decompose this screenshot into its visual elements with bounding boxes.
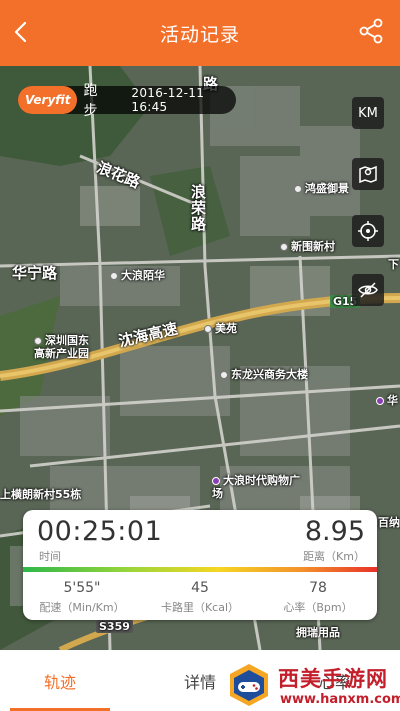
page-title: 活动记录 [159, 23, 240, 46]
calories-value: 45 [191, 580, 209, 596]
gamepad-logo-icon [230, 664, 268, 706]
pace-metric: 5'55" 配速（Min/Km） [23, 580, 141, 615]
header-bar: 活动记录 [0, 0, 400, 66]
map-poi-dalang-shidai: 大浪时代购物广场 [212, 474, 300, 500]
map-type-button[interactable] [352, 158, 384, 190]
map-label-s359: S359 [96, 620, 133, 633]
map-label-xia: 下 [388, 258, 399, 271]
brand-badge: Veryfit [18, 86, 78, 114]
pace-value: 5'55" [63, 580, 101, 596]
pace-label: 配速（Min/Km） [39, 601, 125, 614]
map-poi-guodong: 深圳国东高新产业园 [34, 334, 89, 360]
heart-rate-value: 78 [309, 580, 327, 596]
unit-label: KM [358, 105, 378, 121]
share-icon[interactable] [356, 16, 386, 46]
watermark-text: 西美手游网 [278, 667, 388, 691]
intensity-gradient-bar [23, 567, 377, 572]
eye-off-icon [358, 282, 378, 298]
hide-toggle-button[interactable] [352, 274, 384, 306]
distance-value: 8.95 [304, 516, 365, 547]
locate-button[interactable] [352, 215, 384, 247]
calories-metric: 45 卡路里（Kcal） [141, 580, 259, 615]
activity-info-pill: Veryfit 跑步 2016-12-11 16:45 [18, 83, 236, 119]
watermark-url: www.hanxm.com [280, 692, 400, 707]
watermark: 西美手游网 www.hanxm.com [222, 660, 400, 710]
sport-type: 跑步 [83, 83, 98, 119]
locate-icon [358, 221, 378, 241]
map-poi-donglongxing: 东龙兴商务大楼 [220, 366, 308, 382]
map-label-langrong-road: 浪荣路 [189, 184, 207, 232]
map-label-yongyong: 拥瑞用品 [296, 626, 340, 639]
tab-track-label: 轨迹 [43, 672, 76, 692]
map-label-baishi: 百纳 [378, 516, 400, 529]
map-poi-datang: 大浪陌华 [110, 267, 165, 283]
calories-label: 卡路里（Kcal） [160, 601, 240, 614]
duration-label: 时间 [39, 550, 61, 563]
heart-rate-metric: 78 心率（Bpm） [259, 580, 377, 615]
map-poi-hua: 华 [376, 392, 398, 408]
unit-toggle-button[interactable]: KM [352, 97, 384, 129]
tab-track[interactable]: 轨迹 [0, 650, 120, 711]
back-arrow-icon[interactable] [8, 18, 36, 46]
map-icon [359, 165, 377, 184]
tab-details-label: 详情 [183, 672, 216, 692]
map-label-shanghenglang: 上横朗新村55栋 [0, 488, 82, 501]
map-poi-meiyuan: 美苑 [204, 320, 237, 336]
distance-label: 距离（Km） [303, 550, 365, 563]
activity-datetime: 2016-12-11 16:45 [131, 86, 205, 114]
stats-card: 00:25:01 时间 8.95 距离（Km） 5'55" 配速（Min/Km）… [23, 510, 377, 620]
map-poi-xinwei: 新围新村 [280, 238, 335, 254]
map-poi-hongsheng: 鸿盛御景 [294, 180, 349, 196]
duration-value: 00:25:01 [37, 516, 163, 547]
map-label-huaning-road: 华宁路 [12, 264, 58, 282]
heart-rate-label: 心率（Bpm） [283, 601, 353, 614]
